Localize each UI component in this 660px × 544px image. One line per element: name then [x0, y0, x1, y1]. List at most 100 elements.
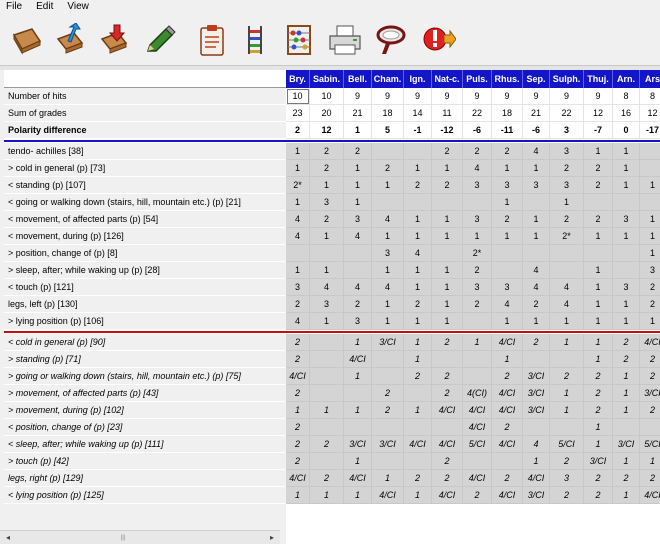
grade-cell[interactable]: 3 — [640, 262, 660, 279]
clipboard-button[interactable] — [192, 20, 230, 60]
remedy-header-8[interactable]: Rhus. — [492, 70, 523, 88]
grade-cell[interactable] — [310, 453, 344, 470]
grade-cell[interactable] — [310, 368, 344, 385]
grade-cell[interactable] — [463, 368, 492, 385]
grade-cell[interactable]: 1 — [640, 211, 660, 228]
grade-cell[interactable]: 4/CI — [463, 470, 492, 487]
grade-cell[interactable]: 3/CI — [372, 436, 404, 453]
grade-cell[interactable] — [344, 262, 372, 279]
grade-cell[interactable] — [372, 194, 404, 211]
grade-cell[interactable]: 2 — [523, 334, 550, 351]
grade-cell[interactable]: 3/CI — [613, 436, 640, 453]
grade-cell[interactable]: -6 — [523, 122, 550, 139]
grade-cell[interactable]: 1 — [344, 453, 372, 470]
grade-cell[interactable]: 1 — [404, 160, 432, 177]
grade-cell[interactable]: 2 — [613, 470, 640, 487]
search-button[interactable] — [372, 20, 410, 60]
grade-cell[interactable]: 4/CI — [404, 436, 432, 453]
grade-cell[interactable] — [404, 453, 432, 470]
grade-cell[interactable]: 14 — [404, 105, 432, 122]
grade-cell[interactable] — [640, 160, 660, 177]
grade-cell[interactable]: 4/CI — [523, 470, 550, 487]
grade-cell[interactable] — [584, 194, 613, 211]
grade-cell[interactable]: 1 — [372, 228, 404, 245]
opposite-rubric-row[interactable]: > touch (p) [42] 2 1 2 1 2 3/CI 1 1 — [4, 453, 660, 470]
grade-cell[interactable]: -6 — [463, 122, 492, 139]
grade-cell[interactable]: 16 — [613, 105, 640, 122]
grade-cell[interactable]: 4 — [492, 296, 523, 313]
grade-cell[interactable]: 9 — [463, 88, 492, 105]
grade-cell[interactable]: 4 — [523, 279, 550, 296]
grade-cell[interactable]: 2 — [584, 470, 613, 487]
grade-cell[interactable]: 1 — [344, 160, 372, 177]
summary-row[interactable]: Sum of grades 23 20 21 18 14 11 22 18 21 22 12 16 12 — [4, 105, 660, 122]
grade-cell[interactable]: 2 — [286, 453, 310, 470]
grade-cell[interactable]: 2 — [432, 368, 463, 385]
grade-cell[interactable]: 4 — [404, 245, 432, 262]
grade-cell[interactable]: 4/CI — [432, 436, 463, 453]
grade-cell[interactable]: 2 — [550, 487, 584, 504]
grade-cell[interactable]: 1 — [492, 313, 523, 330]
grade-cell[interactable]: 4 — [286, 313, 310, 330]
grade-cell[interactable]: 4 — [523, 262, 550, 279]
grade-cell[interactable]: 1 — [463, 334, 492, 351]
grade-cell[interactable]: 1 — [492, 351, 523, 368]
rubric-row[interactable]: < touch (p) [121] 3 4 4 4 1 1 3 3 4 4 1 3 2 — [4, 279, 660, 296]
grade-cell[interactable] — [432, 245, 463, 262]
grade-cell[interactable]: 1 — [404, 211, 432, 228]
grade-cell[interactable]: 2 — [286, 351, 310, 368]
grade-cell[interactable]: 1 — [523, 453, 550, 470]
grade-cell[interactable]: 1 — [432, 279, 463, 296]
grade-cell[interactable]: 1 — [432, 160, 463, 177]
grade-cell[interactable]: 4/CI — [286, 470, 310, 487]
grade-cell[interactable] — [310, 385, 344, 402]
grade-cell[interactable]: 1 — [344, 177, 372, 194]
grade-cell[interactable]: 2 — [492, 470, 523, 487]
grade-cell[interactable]: 1 — [286, 487, 310, 504]
grade-cell[interactable]: 1 — [310, 402, 344, 419]
scroll-right-arrow-icon[interactable]: ▸ — [266, 532, 278, 544]
rubric-row[interactable]: > sleep, after; while waking up (p) [28]… — [4, 262, 660, 279]
grade-cell[interactable]: 1 — [404, 228, 432, 245]
grade-cell[interactable] — [372, 368, 404, 385]
grade-cell[interactable]: 12 — [310, 122, 344, 139]
horizontal-scrollbar[interactable]: ◂ ||| ▸ — [0, 530, 280, 544]
grade-cell[interactable]: 9 — [432, 88, 463, 105]
grade-cell[interactable]: 5/CI — [550, 436, 584, 453]
grade-cell[interactable]: -7 — [584, 122, 613, 139]
grade-cell[interactable]: 2 — [584, 368, 613, 385]
remedy-header-9[interactable]: Sep. — [523, 70, 550, 88]
grade-cell[interactable]: 3 — [344, 211, 372, 228]
grade-cell[interactable]: 1 — [550, 194, 584, 211]
remedy-header-10[interactable]: Sulph. — [550, 70, 584, 88]
grade-cell[interactable]: 9 — [584, 88, 613, 105]
grade-cell[interactable] — [613, 245, 640, 262]
grade-cell[interactable]: 2 — [310, 470, 344, 487]
grade-cell[interactable]: 20 — [310, 105, 344, 122]
grade-cell[interactable]: 10 — [310, 88, 344, 105]
grade-cell[interactable]: 4 — [286, 228, 310, 245]
grade-cell[interactable]: 1 — [584, 143, 613, 160]
grade-cell[interactable]: 4/CI — [492, 402, 523, 419]
grade-cell[interactable]: 1 — [613, 313, 640, 330]
grade-cell[interactable]: 1 — [344, 402, 372, 419]
grade-cell[interactable]: 21 — [344, 105, 372, 122]
remedy-header-2[interactable]: Sabin. — [310, 70, 344, 88]
grade-cell[interactable]: 2 — [550, 453, 584, 470]
grade-cell[interactable]: 4 — [550, 279, 584, 296]
grade-cell[interactable]: 2 — [404, 296, 432, 313]
grade-cell[interactable]: 2 — [310, 211, 344, 228]
grade-cell[interactable]: 1 — [372, 296, 404, 313]
opposite-rubric-row[interactable]: > going or walking down (stairs, hill, m… — [4, 368, 660, 385]
grade-cell[interactable]: 1 — [584, 279, 613, 296]
grade-cell[interactable]: 2 — [463, 296, 492, 313]
grade-cell[interactable] — [310, 245, 344, 262]
remedy-header-1[interactable]: Bry. — [286, 70, 310, 88]
grade-cell[interactable]: 1 — [432, 313, 463, 330]
grade-cell[interactable]: 2 — [404, 177, 432, 194]
grade-cell[interactable]: 1 — [286, 160, 310, 177]
grade-cell[interactable]: 2 — [550, 211, 584, 228]
grade-cell[interactable]: 18 — [492, 105, 523, 122]
grade-cell[interactable]: 1 — [584, 296, 613, 313]
print-button[interactable] — [326, 20, 364, 60]
